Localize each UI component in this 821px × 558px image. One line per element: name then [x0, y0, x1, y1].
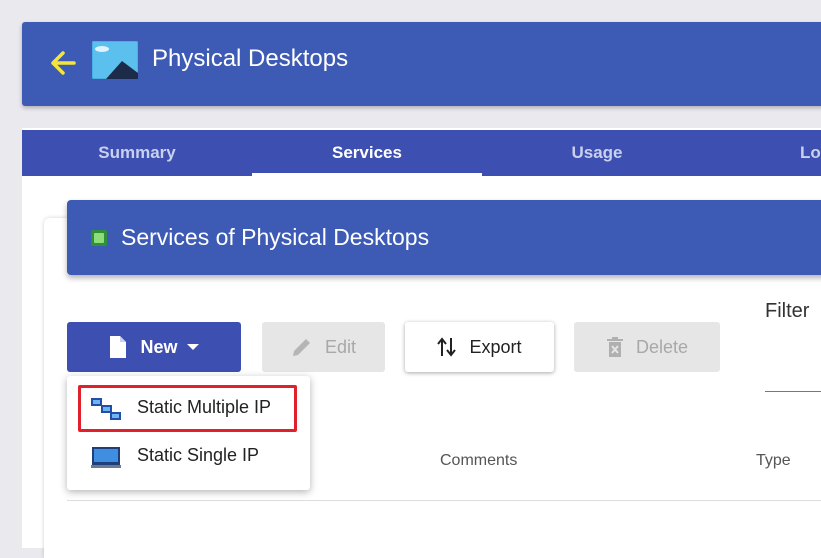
export-button-label: Export — [469, 336, 522, 357]
card-header: Services of Physical Desktops — [67, 200, 821, 275]
file-icon — [110, 336, 127, 358]
menu-item-static-single-ip[interactable]: Static Single IP — [67, 433, 310, 479]
tab-logs[interactable]: Lo — [800, 130, 821, 176]
tab-summary[interactable]: Summary — [62, 130, 212, 176]
back-arrow-icon[interactable] — [50, 49, 76, 77]
tab-services[interactable]: Services — [252, 130, 482, 176]
caret-down-icon — [186, 344, 199, 350]
service-icon — [91, 230, 107, 246]
menu-item-label: Static Single IP — [137, 445, 260, 465]
table-divider — [67, 500, 821, 501]
delete-button-label: Delete — [635, 336, 689, 357]
single-ip-icon — [91, 447, 121, 468]
delete-button[interactable]: Delete — [574, 322, 720, 372]
highlight-box — [78, 385, 297, 432]
physical-desktops-icon — [92, 41, 138, 79]
pencil-icon — [292, 339, 310, 356]
page-title: Physical Desktops — [152, 45, 349, 72]
column-header-comments[interactable]: Comments — [440, 452, 517, 470]
export-button[interactable]: Export — [405, 322, 554, 372]
tab-bar: Summary Services Usage Lo — [22, 130, 821, 176]
new-button-label: New — [140, 336, 178, 357]
edit-button[interactable]: Edit — [262, 322, 385, 372]
filter-input[interactable] — [765, 391, 821, 392]
tab-usage[interactable]: Usage — [527, 130, 667, 176]
card-title: Services of Physical Desktops — [121, 224, 430, 250]
top-app-bar: Physical Desktops — [22, 22, 821, 106]
new-button[interactable]: New — [67, 322, 241, 372]
column-header-type[interactable]: Type — [756, 452, 791, 470]
edit-button-label: Edit — [324, 336, 357, 357]
sort-arrows-icon — [437, 337, 457, 357]
filter-label: Filter — [765, 300, 810, 322]
trash-icon — [606, 337, 623, 357]
